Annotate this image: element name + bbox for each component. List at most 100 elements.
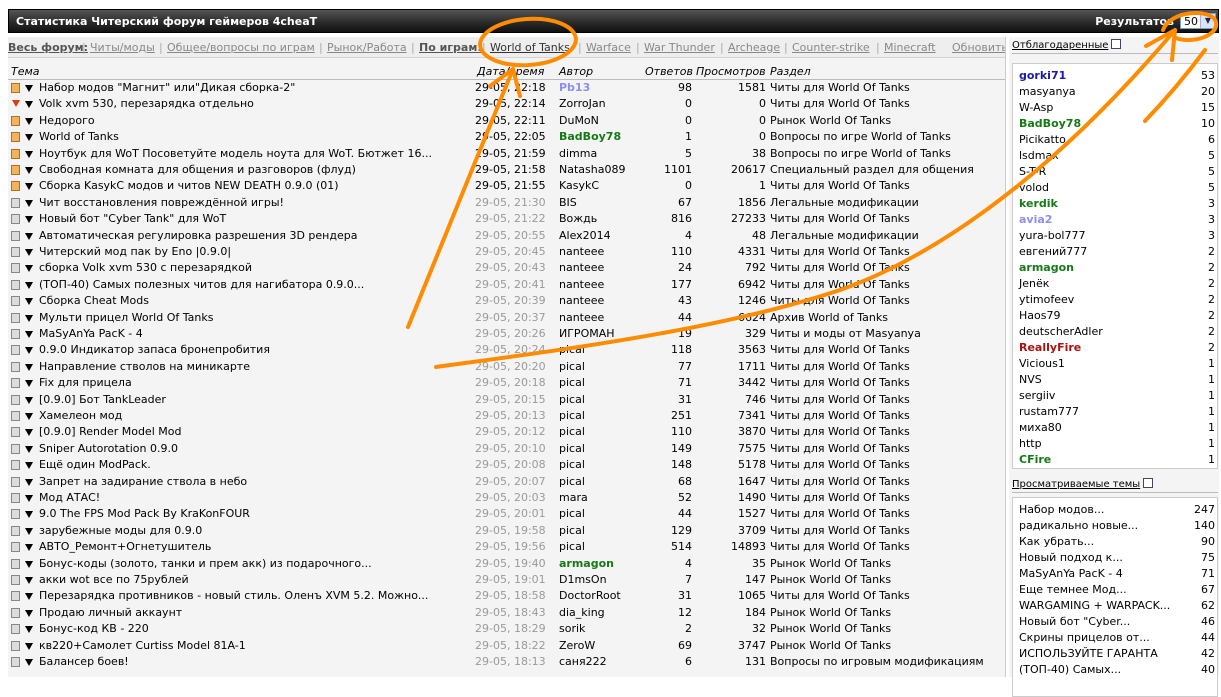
thanked-user-item[interactable]: Haos79 2	[1019, 308, 1215, 324]
table-row[interactable]: Читерский мод пак by Eno |0.9.0| 29-05, 2…	[8, 244, 1005, 260]
nav-archeage[interactable]: Archeage	[728, 41, 780, 54]
topic-link[interactable]: ИСПОЛЬЗУЙТЕ ГАРАНТА	[1019, 646, 1158, 662]
expand-arrow-icon[interactable]	[25, 659, 33, 666]
table-row[interactable]: сборка Volk xvm 530 с перезарядкой 29-05,…	[8, 260, 1005, 276]
topic-author-link[interactable]: pical	[559, 539, 585, 555]
topic-author-link[interactable]: Вождь	[559, 211, 597, 227]
topic-section-link[interactable]: Читы и моды от Masyanya	[770, 326, 921, 342]
thanked-user-item[interactable]: миха80 1	[1019, 420, 1215, 436]
topic-author-link[interactable]: pical	[559, 392, 585, 408]
topic-title-link[interactable]: сборка Volk xvm 530 с перезарядкой	[39, 260, 252, 276]
thanked-user-item[interactable]: gorki71 53	[1019, 68, 1215, 84]
topic-author-link[interactable]: D1msOn	[559, 572, 607, 588]
topic-author-link[interactable]: pical	[559, 523, 585, 539]
topic-section-link[interactable]: Читы для World Of Tanks	[770, 392, 910, 408]
topic-author-link[interactable]: pical	[559, 424, 585, 440]
expand-arrow-icon[interactable]	[25, 101, 33, 109]
user-link[interactable]: ytimofeev	[1019, 292, 1074, 308]
topic-section-link[interactable]: Читы для World Of Tanks	[770, 342, 910, 358]
thanked-user-item[interactable]: lsdmax 5	[1019, 148, 1215, 164]
topic-author-link[interactable]: Pb13	[559, 80, 590, 96]
thanked-user-item[interactable]: ReallyFire 2	[1019, 340, 1215, 356]
thanked-user-item[interactable]: armagon 2	[1019, 260, 1215, 276]
table-row[interactable]: [0.9.0] Render Model Mod 29-05, 20:12 pica…	[8, 424, 1005, 440]
thanked-user-item[interactable]: евгений777 2	[1019, 244, 1215, 260]
expand-arrow-icon[interactable]	[25, 626, 33, 634]
topic-title-link[interactable]: кв220+Самолет Curtiss Model 81A-1	[39, 638, 246, 654]
viewed-topic-item[interactable]: Новый бот "Cyber... 46	[1019, 614, 1215, 630]
user-link[interactable]: S-T-R	[1019, 164, 1046, 180]
user-link[interactable]: Haos79	[1019, 308, 1060, 324]
user-link[interactable]: Picikatto	[1019, 132, 1066, 148]
topic-section-link[interactable]: Легальные модификации	[770, 195, 919, 211]
topic-section-link[interactable]: Рынок World Of Tanks	[770, 572, 891, 588]
table-row[interactable]: Мульти прицел World Of Tanks 29-05, 20:37…	[8, 310, 1005, 326]
topic-title-link[interactable]: MaSyAnYa PacK - 4	[39, 326, 143, 342]
thanked-user-item[interactable]: CFire 1	[1019, 452, 1215, 468]
user-link[interactable]: yura-bol777	[1019, 228, 1085, 244]
topic-link[interactable]: (ТОП-40) Самых...	[1019, 662, 1121, 678]
topic-title-link[interactable]: 0.9.0 Индикатор запаса бронепробития	[39, 342, 270, 358]
topic-author-link[interactable]: pical	[559, 359, 585, 375]
user-link[interactable]: Jenёк	[1019, 276, 1049, 292]
thanked-user-item[interactable]: yura-bol777 3	[1019, 228, 1215, 244]
topic-title-link[interactable]: [0.9.0] Render Model Mod	[39, 424, 181, 440]
topic-section-link[interactable]: Читы для World Of Tanks	[770, 277, 910, 293]
topic-author-link[interactable]: саня222	[559, 654, 607, 670]
topic-author-link[interactable]: BadBoy78	[559, 129, 621, 145]
topic-author-link[interactable]: nanteee	[559, 293, 604, 309]
expand-arrow-icon[interactable]	[25, 495, 33, 502]
topic-link[interactable]: WARGAMING + WARPACK...	[1019, 598, 1170, 614]
topic-title-link[interactable]: Бонус-код КВ - 220	[39, 621, 149, 637]
topic-link[interactable]: MaSyAnYa PacK - 4	[1019, 566, 1123, 582]
expand-arrow-icon[interactable]	[25, 445, 33, 453]
topic-link[interactable]: Новый бот "Cyber...	[1019, 614, 1130, 630]
topic-section-link[interactable]: Рынок World Of Tanks	[770, 556, 891, 572]
user-link[interactable]: gorki71	[1019, 68, 1066, 84]
topic-title-link[interactable]: Свободная комната для общения и разговор…	[39, 162, 356, 178]
user-link[interactable]: rustam777	[1019, 404, 1079, 420]
table-row[interactable]: Балансер боев! 29-05, 18:13 саня222 6 131 Воп…	[8, 654, 1005, 670]
expand-arrow-icon[interactable]	[25, 347, 33, 355]
table-row[interactable]: MaSyAnYa PacK - 4 29-05, 20:26 ИГРОМАН 19 32…	[8, 326, 1005, 342]
thanked-user-item[interactable]: avia2 3	[1019, 212, 1215, 228]
nav-war-thunder[interactable]: War Thunder	[644, 41, 715, 54]
refresh-link[interactable]: Обновить	[952, 41, 1005, 54]
expand-arrow-icon[interactable]	[25, 216, 33, 224]
expand-arrow-icon[interactable]	[25, 167, 33, 174]
table-row[interactable]: Перезарядка противников - новый стиль. О…	[8, 588, 1005, 604]
topic-title-link[interactable]: (ТОП-40) Самых полезных читов для нагиба…	[39, 277, 364, 293]
topic-author-link[interactable]: nanteee	[559, 260, 604, 276]
user-link[interactable]: W-Asp	[1019, 100, 1053, 116]
topic-author-link[interactable]: nanteee	[559, 244, 604, 260]
user-link[interactable]: CFire	[1019, 452, 1051, 468]
topic-title-link[interactable]: Новый бот "Cyber Tank" для WoT	[39, 211, 226, 227]
topic-section-link[interactable]: Читы для World Of Tanks	[770, 293, 910, 309]
table-row[interactable]: Недорого 29-05, 22:11 DuMoN 0 0 Рынок World O…	[8, 113, 1005, 129]
table-row[interactable]: акки wot все по 75рублей 29-05, 19:01 D1ms…	[8, 572, 1005, 588]
viewed-topic-item[interactable]: Набор модов... 247	[1019, 502, 1215, 518]
topic-section-link[interactable]: Вопросы по игре World of Tanks	[770, 146, 951, 162]
topic-author-link[interactable]: BIS	[559, 195, 577, 211]
topic-title-link[interactable]: Читерский мод пак by Eno |0.9.0|	[39, 244, 231, 260]
user-link[interactable]: sergiiv	[1019, 388, 1055, 404]
topic-title-link[interactable]: Балансер боев!	[39, 654, 129, 670]
topic-author-link[interactable]: armagon	[559, 556, 614, 572]
topic-author-link[interactable]: pical	[559, 408, 585, 424]
topic-title-link[interactable]: World of Tanks	[39, 129, 119, 145]
user-link[interactable]: armagon	[1019, 260, 1074, 276]
table-row[interactable]: Сборка KasykC модов и читов NEW DEATH 0.…	[8, 178, 1005, 194]
thanked-user-item[interactable]: rustam777 1	[1019, 404, 1215, 420]
topic-link[interactable]: Как убрать...	[1019, 534, 1094, 550]
topic-author-link[interactable]: dia_king	[559, 605, 605, 621]
topic-section-link[interactable]: Рынок World Of Tanks	[770, 605, 891, 621]
topic-author-link[interactable]: nanteee	[559, 277, 604, 293]
topic-section-link[interactable]: Читы для World Of Tanks	[770, 408, 910, 424]
topic-title-link[interactable]: Ноутбук для WoT Посоветуйте модель ноута…	[39, 146, 432, 162]
expand-arrow-icon[interactable]	[25, 544, 33, 552]
topic-author-link[interactable]: dimma	[559, 146, 597, 162]
nav-market-work[interactable]: Рынок/Работа	[327, 41, 407, 54]
topic-author-link[interactable]: Natasha089	[559, 162, 625, 178]
expand-arrow-icon[interactable]	[25, 331, 33, 338]
table-row[interactable]: Хамелеон мод 29-05, 20:13 pical 251 7341 Читы…	[8, 408, 1005, 424]
